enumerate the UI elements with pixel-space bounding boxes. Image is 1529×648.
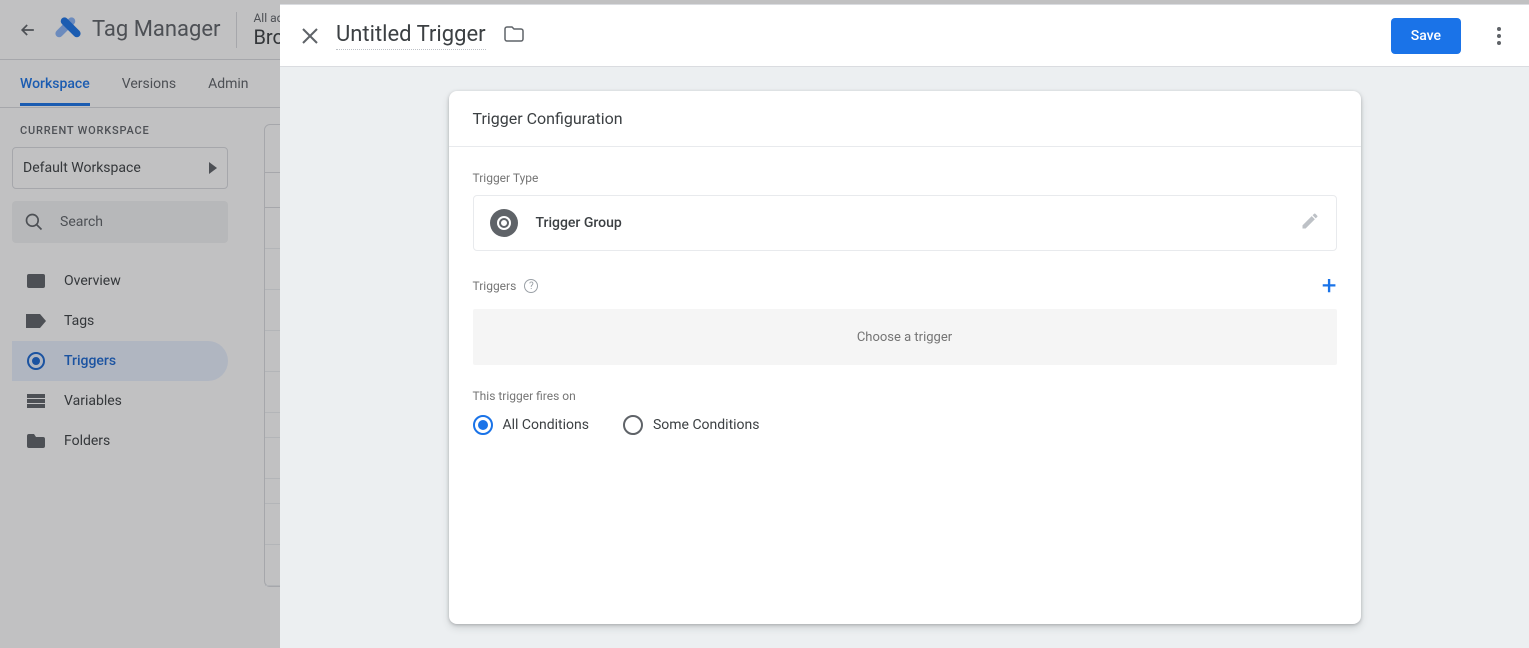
trigger-name-input[interactable]: Untitled Trigger xyxy=(336,22,486,50)
trigger-type-value: Trigger Group xyxy=(536,215,1282,231)
choose-trigger-button[interactable]: Choose a trigger xyxy=(473,309,1337,365)
fires-on-label: This trigger fires on xyxy=(473,389,1337,403)
radio-icon xyxy=(473,415,493,435)
trigger-editor-panel: Untitled Trigger Save Trigger Configurat… xyxy=(280,4,1529,648)
radio-label: Some Conditions xyxy=(653,417,760,433)
radio-label: All Conditions xyxy=(503,417,589,433)
help-icon[interactable]: ? xyxy=(524,279,538,293)
radio-all-conditions[interactable]: All Conditions xyxy=(473,415,589,435)
radio-icon xyxy=(623,415,643,435)
folder-outline-icon[interactable] xyxy=(504,26,524,46)
more-menu-icon[interactable] xyxy=(1487,24,1511,48)
add-trigger-button[interactable]: + xyxy=(1322,273,1337,299)
trigger-config-card: Trigger Configuration Trigger Type Trigg… xyxy=(449,91,1361,624)
close-icon[interactable] xyxy=(298,24,322,48)
config-card-title: Trigger Configuration xyxy=(449,91,1361,147)
trigger-type-label: Trigger Type xyxy=(473,171,1337,185)
triggers-label: Triggers ? xyxy=(473,279,539,293)
pencil-icon[interactable] xyxy=(1300,211,1320,235)
trigger-group-icon xyxy=(490,209,518,237)
trigger-type-row[interactable]: Trigger Group xyxy=(473,195,1337,251)
radio-some-conditions[interactable]: Some Conditions xyxy=(623,415,760,435)
panel-header: Untitled Trigger Save xyxy=(280,5,1529,67)
save-button[interactable]: Save xyxy=(1391,18,1461,54)
